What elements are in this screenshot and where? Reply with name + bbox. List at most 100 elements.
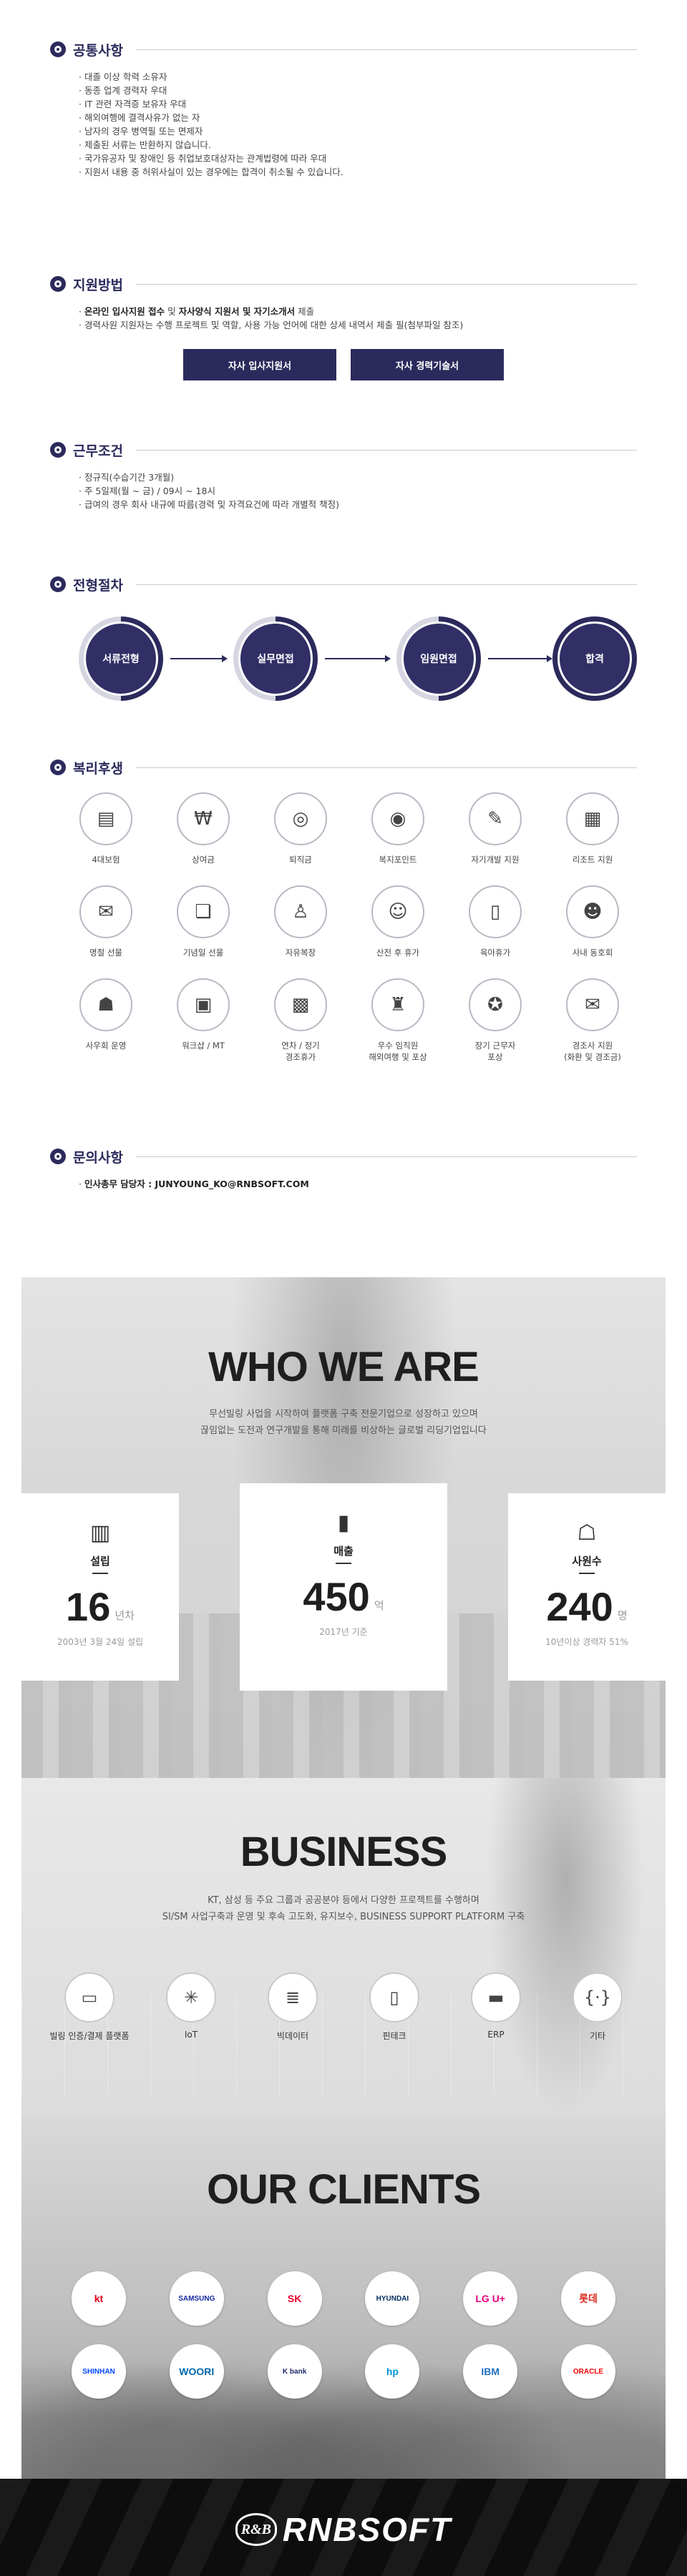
benefit-item: ✪ 장기 근무자 포상 [447,978,544,1063]
divider [135,49,637,50]
stat-title: 매출 [333,1545,354,1558]
apply-line: 온라인 입사지원 접수 및 자사양식 지원서 및 자기소개서 제출 [79,305,637,318]
qualification-list: 대졸 이상 학력 소유자동종 업계 경력자 우대IT 관련 자격증 보유자 우대… [79,70,637,179]
benefit-item: ▩ 연차 / 정기 경조휴가 [252,978,349,1063]
business-area-label: 빅데이터 [276,2031,309,2041]
stat-title: 설립 [90,1555,110,1568]
clients-title: OUR CLIENTS [206,2166,481,2213]
stat-note: 10년이상 경력자 51% [545,1637,628,1647]
business-area-label: IoT [184,2030,198,2040]
business-area-item: ▬ ERP [465,1972,527,2042]
process-step-1: 서류전형 [79,616,163,701]
business-area-item: ✳ IoT [160,1972,222,2042]
medal-icon: ✪ [469,978,522,1031]
contact-section: 문의사항 인사총무 담당자 : JUNYOUNG_KO@RNBSOFT.COM [50,1144,637,1191]
divider [135,283,637,285]
business-area-item: {·} 기타 [567,1972,628,2042]
contact-email: 인사총무 담당자 : JUNYOUNG_KO@RNBSOFT.COM [79,1177,637,1191]
benefit-label: 워크샵 / MT [182,1041,225,1051]
benefit-item: ₩ 상여금 [155,792,252,865]
client-logo: WOORI [169,2344,224,2399]
qualification-item: IT 관련 자격증 보유자 우대 [79,97,637,111]
stat-card-employees: ☖ 사원수 240 명 10년이상 경력자 51% [508,1493,666,1681]
apply-online-text: 온라인 입사지원 접수 [84,306,165,317]
code-icon: {·} [572,1972,623,2022]
section-bullet-icon [50,276,66,292]
qualification-section: 공통사항 대졸 이상 학력 소유자동종 업계 경력자 우대IT 관련 자격증 보… [50,37,637,179]
business-area-label: 기타 [589,2031,606,2041]
qualification-item: 동종 업계 경력자 우대 [79,84,637,97]
people-icon: ☗ [79,978,132,1031]
client-logo: 롯데 [560,2271,615,2326]
divider [135,584,637,585]
database-icon: ≣ [268,1972,318,2022]
benefit-item: ▦ 리조트 지원 [544,792,641,865]
section-title: 문의사항 [73,1150,123,1166]
benefits-grid: ▤ 4대보험 ₩ 상여금 ◎ 퇴직금 ◉ 복지포인트 ✎ 자기개발 지원 ▦ 리조트 지원 ✉ 명절 선물… [57,792,637,1063]
benefit-item: ☺ 산전 후 휴가 [349,885,447,958]
application-form-button[interactable]: 자사 입사지원서 [183,349,336,380]
stat-note: 2017년 기준 [319,1627,368,1637]
conditions-section: 근무조건 정규직(수습기간 3개월)주 5일제(월 ~ 금) / 09시 ~ 1… [50,438,637,511]
benefit-label: 사내 동호회 [572,948,613,958]
benefit-label: 연차 / 정기 경조휴가 [281,1041,320,1062]
stat-unit: 억 [374,1599,384,1612]
benefit-item: ☻ 사내 동호회 [544,885,641,958]
underline [579,1573,595,1574]
apply-forms-text: 자사양식 지원서 및 자기소개서 [178,306,296,317]
certificate-icon: ✎ [469,792,522,845]
benefit-item: ◎ 퇴직금 [252,792,349,865]
business-area-item: ▭ 빌링 인증/결제 플랫폼 [49,1972,130,2042]
career-description-button[interactable]: 자사 경력기술서 [351,349,504,380]
benefit-label: 육아휴가 [479,948,511,958]
client-logo: kt [72,2271,126,2326]
contact-text: 인사총무 담당자 : JUNYOUNG_KO@RNBSOFT.COM [84,1179,309,1189]
stat-number: 450 [303,1574,370,1619]
divider [135,449,637,451]
benefit-item: ▤ 4대보험 [57,792,155,865]
business-area-label: 핀테크 [382,2031,406,2041]
client-logo: SHINHAN [72,2344,126,2399]
coins-icon: ◎ [274,792,327,845]
benefit-label: 산전 후 휴가 [376,948,420,958]
section-bullet-icon [50,1149,66,1164]
stat-note: 2003년 3월 24일 설립 [57,1637,144,1647]
qualification-item: 국가유공자 및 장애인 등 취업보호대상자는 관계법령에 따라 우대 [79,152,637,165]
envelope-icon: ✉ [79,885,132,938]
monitor-icon: ▬ [471,1972,521,2022]
footer-brand: R&B RNBSOFT [0,2510,687,2549]
benefit-label: 4대보험 [92,855,120,865]
group-icon: ☻ [566,885,619,938]
process-step-2: 실무면접 [233,616,318,701]
arrow-icon [325,655,391,662]
gift-icon: ❏ [177,885,230,938]
person-icon: ☖ [577,1520,597,1545]
benefit-label: 기념일 선물 [182,948,224,958]
money-envelope-icon: ✉ [566,978,619,1031]
business-areas: ▭ 빌링 인증/결제 플랫폼 ✳ IoT ≣ 빅데이터 ▯ 핀테크 ▬ ERP {·} 기타 [21,1972,666,2042]
business-area-item: ▯ 핀테크 [364,1972,425,2042]
qualification-item: 지원서 내용 중 허위사실이 있는 경우에는 합격이 취소될 수 있습니다. [79,165,637,179]
insurance-icon: ▤ [79,792,132,845]
contact-list: 인사총무 담당자 : JUNYOUNG_KO@RNBSOFT.COM [79,1177,637,1191]
footer: R&B RNBSOFT [0,2479,687,2576]
benefit-label: 리조트 지원 [572,855,613,865]
benefit-label: 상여금 [192,855,215,865]
section-bullet-icon [50,759,66,775]
arrow-icon [488,655,552,662]
baby-bottle-icon: ▯ [469,885,522,938]
section-title: 복리후생 [73,761,123,777]
who-desc-line-2: 끊임없는 도전과 연구개발을 통해 미래를 비상하는 글로벌 리딩기업입니다 [200,1425,487,1436]
qualification-item: 제출된 서류는 반환하지 않습니다. [79,138,637,152]
bus-icon: ▣ [177,978,230,1031]
calendar-icon: ▩ [274,978,327,1031]
apply-section: 지원방법 온라인 입사지원 접수 및 자사양식 지원서 및 자기소개서 제출 경… [50,272,637,380]
business-area-item: ≣ 빅데이터 [262,1972,323,2042]
process-flow: 서류전형 실무면접 임원면접 합격 [50,609,637,717]
bar-chart-icon: ▮ [337,1510,350,1535]
who-title: WHO WE ARE [208,1344,479,1390]
underline [92,1573,108,1574]
rnb-logo-mark: R&B [235,2513,277,2546]
benefit-label: 자유복장 [285,948,316,958]
eiffel-tower-icon: ♜ [371,978,424,1031]
